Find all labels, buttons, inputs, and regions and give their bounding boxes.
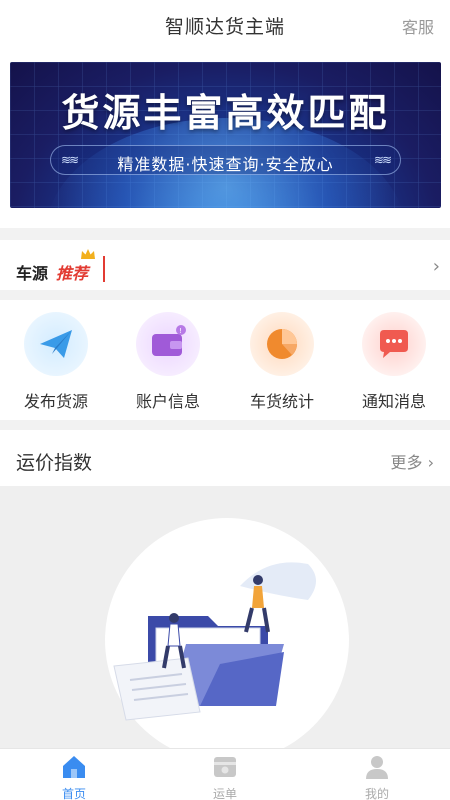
top-header: 智顺达货主端 客服 xyxy=(0,0,450,48)
red-divider xyxy=(103,256,105,282)
chat-bubble-icon xyxy=(380,330,408,358)
tab-label: 运单 xyxy=(212,787,237,800)
home-icon xyxy=(63,756,85,778)
wave-icon: ≋≋ xyxy=(373,153,392,167)
tab-label: 我的 xyxy=(364,787,389,800)
freight-index-title: 运价指数 xyxy=(16,452,93,474)
pie-chart-icon xyxy=(267,329,297,359)
icon-circle xyxy=(362,312,426,376)
tab-label: 首页 xyxy=(61,787,86,800)
tab-mine[interactable]: 我的 xyxy=(337,753,417,800)
app-title: 智顺达货主端 xyxy=(164,16,285,38)
quick-action-label: 车货统计 xyxy=(249,392,314,411)
quick-action-publish-cargo[interactable]: 发布货源 xyxy=(0,312,112,412)
recommend-label-vehicle: 车源 xyxy=(16,264,49,283)
tab-waybill[interactable]: 运单 xyxy=(185,753,265,800)
vehicle-recommend-row[interactable]: 车源 推荐 › xyxy=(0,240,450,290)
banner-tagline: 精准数据·快速查询·安全放心 xyxy=(117,155,334,174)
wallet-icon: ! xyxy=(152,325,186,356)
icon-circle xyxy=(250,312,314,376)
paper-plane-icon xyxy=(40,330,72,358)
promo-banner[interactable]: 货源丰富高效匹配 ≋≋ 精准数据·快速查询·安全放心 ≋≋ xyxy=(10,62,441,208)
recommend-label-recommend: 推荐 xyxy=(56,264,89,283)
quick-action-label: 发布货源 xyxy=(23,392,88,411)
tab-home[interactable]: 首页 xyxy=(34,753,114,800)
section-gap xyxy=(0,228,450,240)
quick-action-vehicle-stats[interactable]: 车货统计 xyxy=(226,312,338,412)
quick-action-account-info[interactable]: ! 账户信息 xyxy=(112,312,224,412)
quick-action-notifications[interactable]: 通知消息 xyxy=(338,312,450,412)
more-link[interactable]: 更多 › xyxy=(391,449,435,473)
empty-state-area xyxy=(0,486,450,762)
quick-action-label: 通知消息 xyxy=(361,392,426,411)
bottom-tab-bar: 首页 运单 我的 xyxy=(0,748,450,800)
customer-service-link[interactable]: 客服 xyxy=(402,14,434,38)
quick-action-label: 账户信息 xyxy=(135,392,200,411)
icon-circle: ! xyxy=(136,312,200,376)
empty-folder-illustration xyxy=(113,562,316,721)
svg-text:!: ! xyxy=(179,327,182,335)
crown-icon xyxy=(81,249,95,259)
banner-headline: 货源丰富高效匹配 xyxy=(61,91,390,135)
section-gap xyxy=(0,420,450,430)
banner-tagline-pill: ≋≋ 精准数据·快速查询·安全放心 ≋≋ xyxy=(50,145,401,175)
chevron-right-icon[interactable]: › xyxy=(433,256,440,277)
freight-index-header: 运价指数 更多 › xyxy=(0,430,450,486)
section-gap xyxy=(0,290,450,300)
icon-circle xyxy=(24,312,88,376)
quick-actions: 发布货源 ! 账户信息 车货统计 通知消息 xyxy=(0,300,450,420)
waybill-icon xyxy=(214,757,236,777)
user-icon xyxy=(366,756,388,779)
